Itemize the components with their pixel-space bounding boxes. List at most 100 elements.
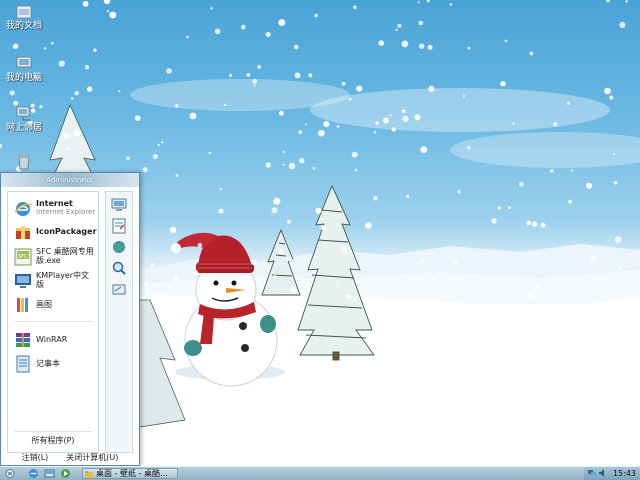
desktop-icon-my-computer[interactable]: 我的电脑	[2, 56, 46, 83]
snowflake	[150, 263, 155, 268]
snowflake	[218, 208, 224, 214]
snowflake	[152, 154, 158, 160]
media-player-quicklaunch-icon[interactable]	[60, 468, 71, 479]
snowflake	[401, 40, 409, 48]
snowflake	[613, 153, 616, 156]
menu-item-iconpackager[interactable]: IconPackager	[8, 220, 98, 244]
snowflake	[420, 146, 428, 154]
snowflake	[278, 110, 284, 116]
snowflake	[604, 87, 611, 95]
menu-separator	[14, 431, 92, 432]
run-icon[interactable]	[111, 281, 127, 297]
all-programs-button[interactable]: 所有程序(P)	[8, 435, 98, 446]
snowflake	[257, 65, 262, 69]
snowflake	[109, 11, 117, 19]
snowflake	[103, 0, 111, 5]
start-button[interactable]	[2, 467, 18, 480]
snowflake	[454, 259, 459, 264]
desktop-icon-network[interactable]: 网上邻居	[2, 106, 46, 133]
snowflake	[356, 85, 363, 92]
snowflake	[566, 101, 571, 105]
snowflake	[66, 146, 71, 151]
network-icon[interactable]	[111, 239, 127, 255]
taskbar-window-button[interactable]: 桌面 - 壁纸 - 桌酷...	[82, 468, 178, 479]
desktop-icon-recycle-bin[interactable]	[2, 154, 46, 171]
menu-item-sfc[interactable]: SFC SFC 桌酷网专用版.exe	[8, 244, 98, 268]
desktop-icon-label: 网上邻居	[5, 123, 42, 133]
snowflake	[289, 259, 295, 265]
snowflake	[298, 157, 305, 164]
menu-item-internet[interactable]: Internet Internet Explorer	[8, 196, 98, 220]
menu-item-title: IconPackager	[36, 227, 97, 236]
snowflake	[290, 286, 297, 294]
snowflake	[189, 112, 197, 120]
snowflake	[619, 21, 626, 28]
snowflake	[308, 73, 313, 78]
snowflake	[50, 41, 54, 45]
snowflake	[282, 163, 285, 166]
start-menu-user-name: Administrator	[1, 173, 139, 187]
snowflake	[282, 150, 285, 154]
taskbar: 桌面 - 壁纸 - 桌酷... 15:43	[0, 466, 640, 480]
snowflake	[229, 73, 233, 77]
snowflake	[265, 32, 271, 37]
menu-item-winrar[interactable]: WinRAR	[8, 327, 98, 351]
notepad-icon	[16, 355, 30, 373]
show-desktop-icon[interactable]	[44, 468, 55, 479]
snowflake	[419, 260, 423, 264]
menu-item-notepad[interactable]: 记事本	[8, 351, 98, 375]
folder-icon	[85, 471, 93, 478]
snowflake	[418, 20, 424, 26]
desktop-icon-my-documents[interactable]: 我的文档	[2, 4, 46, 31]
logoff-button[interactable]: 注销(L)	[22, 451, 49, 465]
snowflake	[240, 24, 246, 30]
recycle-bin-icon	[18, 155, 30, 170]
snowflake	[273, 274, 277, 278]
snowflake	[426, 0, 430, 3]
snowflake	[166, 68, 172, 74]
menu-item-label: SFC 桌酷网专用版.exe	[36, 247, 94, 265]
internet-explorer-quicklaunch-icon[interactable]	[28, 468, 39, 479]
kmplayer-icon	[15, 274, 31, 288]
snowflake	[427, 44, 433, 50]
snowflake	[518, 181, 524, 187]
snowflake	[606, 0, 610, 3]
snowflake	[375, 121, 379, 125]
snowflake	[87, 86, 93, 92]
snowflake	[271, 207, 278, 214]
search-icon[interactable]	[111, 260, 127, 276]
desktop-icon-label: 我的电脑	[5, 73, 42, 83]
snowflake	[613, 180, 618, 185]
taskbar-clock[interactable]: 15:43	[613, 467, 636, 480]
snowflake	[364, 222, 372, 229]
snowflake	[389, 114, 392, 117]
snowflake	[609, 95, 614, 100]
snowflake	[73, 129, 81, 137]
snowflake	[568, 199, 572, 204]
snowflake	[508, 206, 511, 209]
snowflake	[143, 281, 148, 286]
snowflake	[428, 85, 435, 92]
menu-item-paint[interactable]: 画图	[8, 292, 98, 316]
paint-icon	[17, 298, 28, 312]
snowflake	[169, 226, 177, 234]
menu-item-kmplayer[interactable]: KMPlayer中文版	[8, 268, 98, 292]
shutdown-button[interactable]: 关闭计算机(U)	[66, 451, 118, 465]
my-computer-icon[interactable]	[111, 197, 127, 213]
snowflake	[550, 169, 554, 173]
my-documents-icon[interactable]	[111, 218, 127, 234]
snowflake	[238, 273, 245, 280]
snowflake	[467, 146, 471, 150]
snowflake	[58, 60, 65, 67]
snowflake	[565, 282, 570, 287]
taskbar-window-title: 桌面 - 壁纸 - 桌酷...	[96, 469, 168, 478]
network-tray-icon[interactable]	[588, 469, 596, 477]
snowflake	[197, 242, 203, 248]
snowflake	[623, 293, 627, 297]
snowflake	[336, 125, 340, 128]
snowflake	[531, 221, 538, 227]
snowflake	[134, 115, 141, 121]
volume-tray-icon[interactable]	[598, 469, 606, 477]
iconpackager-icon	[16, 226, 30, 239]
snowflake	[406, 195, 410, 198]
